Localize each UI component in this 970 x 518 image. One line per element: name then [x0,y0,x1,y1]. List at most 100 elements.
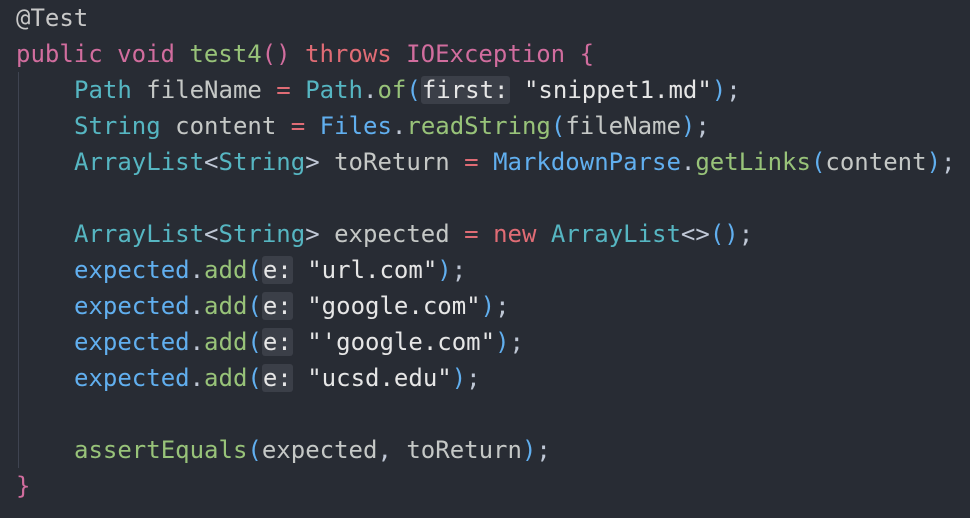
code-token: ; [726,76,741,104]
code-token: ) [495,328,510,356]
code-line[interactable]: ArrayList<String> toReturn = MarkdownPar… [16,144,970,180]
code-token: ; [695,112,710,140]
code-token: ) [451,364,467,392]
code-token: = [464,148,479,176]
code-token: IOException [406,40,566,68]
parameter-hint: e: [261,364,293,392]
code-token: Files [319,112,392,140]
code-token: ( [810,148,826,176]
code-token: . [391,112,407,140]
code-token: ; [509,328,524,356]
code-line[interactable]: @Test [16,0,970,36]
code-token: ) [437,256,452,284]
indent-guide [16,360,74,396]
code-token: ( [247,436,262,464]
parameter-hint: e: [261,328,293,356]
code-line[interactable]: assertEquals(expected, toReturn); [16,432,970,468]
code-token: add [204,364,248,392]
code-token: ArrayList [74,220,205,248]
code-token: expected [74,256,190,284]
code-line[interactable]: String content = Files.readString(fileNa… [16,108,970,144]
code-token: toReturn [334,148,450,176]
code-token: MarkdownParse [493,148,681,176]
code-token: < [204,148,219,176]
code-token: "google.com" [307,292,481,320]
code-token: ) [680,112,696,140]
code-line[interactable]: expected.add(e: "'google.com"); [16,324,970,360]
code-line[interactable]: Path fileName = Path.of(first: "snippet1… [16,72,970,108]
code-token: > [305,148,320,176]
code-token: content [825,148,927,176]
code-token: public [16,40,103,68]
code-token: ArrayList [550,220,681,248]
code-token: ( [550,112,566,140]
indent-guide [16,288,74,324]
code-line[interactable]: expected.add(e: "google.com"); [16,288,970,324]
indent-guide [16,72,74,108]
code-token: ) [480,292,496,320]
code-line[interactable]: ArrayList<String> expected = new ArrayLi… [16,216,970,252]
code-token: . [363,76,378,104]
code-token: "ucsd.edu" [307,364,452,392]
code-token: add [204,256,248,284]
indent-guide [16,144,74,180]
code-token: ; [451,256,467,284]
code-token: new [493,220,537,248]
code-body[interactable]: @Test public void test4() throws IOExcept… [16,0,970,504]
code-token: ) [926,148,942,176]
code-editor[interactable]: @Test public void test4() throws IOExcept… [0,0,970,518]
code-token: Path [305,76,363,104]
code-token: throws [305,40,392,68]
code-token: ) [521,436,537,464]
code-token: assertEquals [74,436,248,464]
indent-guide [16,432,74,468]
code-line[interactable]: expected.add(e: "url.com"); [16,252,970,288]
code-token: ; [495,292,510,320]
indent-guide [16,108,74,144]
code-token: } [16,472,31,500]
code-token: add [204,292,248,320]
indent-guide [16,396,74,432]
code-token: = [276,76,291,104]
code-token: () [261,40,291,68]
code-token: ) [711,76,727,104]
code-token: < [204,220,219,248]
code-token: Path [74,76,132,104]
code-token: expected [74,364,190,392]
code-token: expected [74,328,190,356]
code-line[interactable]: public void test4() throws IOException { [16,36,970,72]
code-line[interactable] [16,396,970,432]
code-token: <> [680,220,710,248]
code-token: toReturn [406,436,522,464]
code-token: "url.com" [307,256,438,284]
code-token: ( [247,328,262,356]
code-token: fileName [146,76,262,104]
code-token: ; [466,364,481,392]
code-token: fileName [565,112,681,140]
parameter-hint: e: [261,256,293,284]
code-line[interactable]: } [16,468,970,504]
code-token: expected [334,220,450,248]
code-token: "snippet1.md" [523,76,712,104]
code-line[interactable] [16,180,970,216]
code-token: ; [738,220,754,248]
code-token: ( [247,292,262,320]
code-line[interactable]: expected.add(e: "ucsd.edu"); [16,360,970,396]
code-token: . [189,328,205,356]
code-token: readString [406,112,551,140]
code-token: ( [406,76,421,104]
